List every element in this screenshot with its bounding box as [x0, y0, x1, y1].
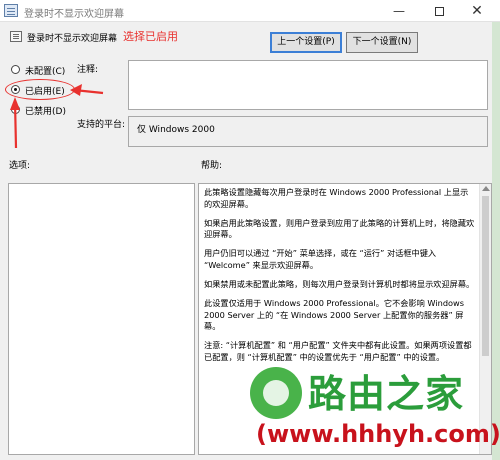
- minimize-button[interactable]: —: [384, 0, 414, 22]
- radio-disabled[interactable]: [11, 105, 20, 114]
- comment-input[interactable]: [128, 60, 488, 110]
- help-paragraph: 如果禁用或未配置此策略，则每次用户登录到计算机时都将显示欢迎屏幕。: [204, 279, 475, 290]
- scroll-up-arrow-icon[interactable]: [482, 186, 490, 191]
- help-paragraph: 注意: “计算机配置” 和 “用户配置” 文件夹中都有此设置。如果两项设置都已配…: [204, 340, 472, 363]
- supported-platform-value: 仅 Windows 2000: [137, 125, 215, 135]
- window-title: 登录时不显示欢迎屏幕: [24, 9, 124, 20]
- maximize-icon: [434, 7, 444, 16]
- scroll-thumb[interactable]: [482, 196, 489, 356]
- options-label: 选项:: [9, 161, 31, 171]
- watermark-logo-icon: [250, 367, 302, 419]
- next-setting-button[interactable]: 下一个设置(N): [346, 32, 418, 53]
- options-pane: [8, 183, 195, 455]
- help-paragraph: 用户仍旧可以通过 “开始” 菜单选择，或在 “运行” 对话框中键入 “Welco…: [204, 248, 437, 270]
- radio-not-configured[interactable]: [11, 65, 20, 74]
- supported-platform-box: 仅 Windows 2000: [128, 116, 488, 147]
- comment-label: 注释:: [77, 65, 99, 75]
- close-button[interactable]: ✕: [462, 0, 492, 22]
- help-paragraph: 此设置仅适用于 Windows 2000 Professional。它不会影响 …: [204, 298, 464, 332]
- desktop-background: [492, 22, 500, 460]
- setting-title: 登录时不显示欢迎屏幕: [27, 34, 118, 44]
- enabled-highlight-circle: [5, 79, 75, 100]
- prev-setting-button[interactable]: 上一个设置(P): [270, 32, 342, 53]
- help-paragraph: 此策略设置隐藏每次用户登录时在 Windows 2000 Professiona…: [204, 187, 469, 209]
- watermark-title: 路由之家: [308, 372, 465, 416]
- help-label: 帮助:: [201, 161, 223, 171]
- policy-window-icon: [4, 4, 18, 17]
- radio-label-disabled[interactable]: 已禁用(D): [25, 104, 66, 117]
- supported-platform-label: 支持的平台:: [77, 120, 126, 130]
- watermark-url: (www.hhhyh.com): [256, 420, 500, 448]
- annotation-select-enabled: 选择已启用: [123, 30, 178, 43]
- radio-label-not-configured[interactable]: 未配置(C): [25, 64, 65, 77]
- setting-icon: [10, 31, 22, 42]
- title-bar: 登录时不显示欢迎屏幕 — ✕: [0, 0, 500, 22]
- help-text: 此策略设置隐藏每次用户登录时在 Windows 2000 Professiona…: [204, 187, 476, 371]
- help-paragraph: 如果启用此策略设置，则用户登录到应用了此策略的计算机上时，将隐藏欢迎屏幕。: [204, 217, 475, 240]
- maximize-button[interactable]: [424, 0, 454, 22]
- help-scrollbar[interactable]: [479, 184, 491, 454]
